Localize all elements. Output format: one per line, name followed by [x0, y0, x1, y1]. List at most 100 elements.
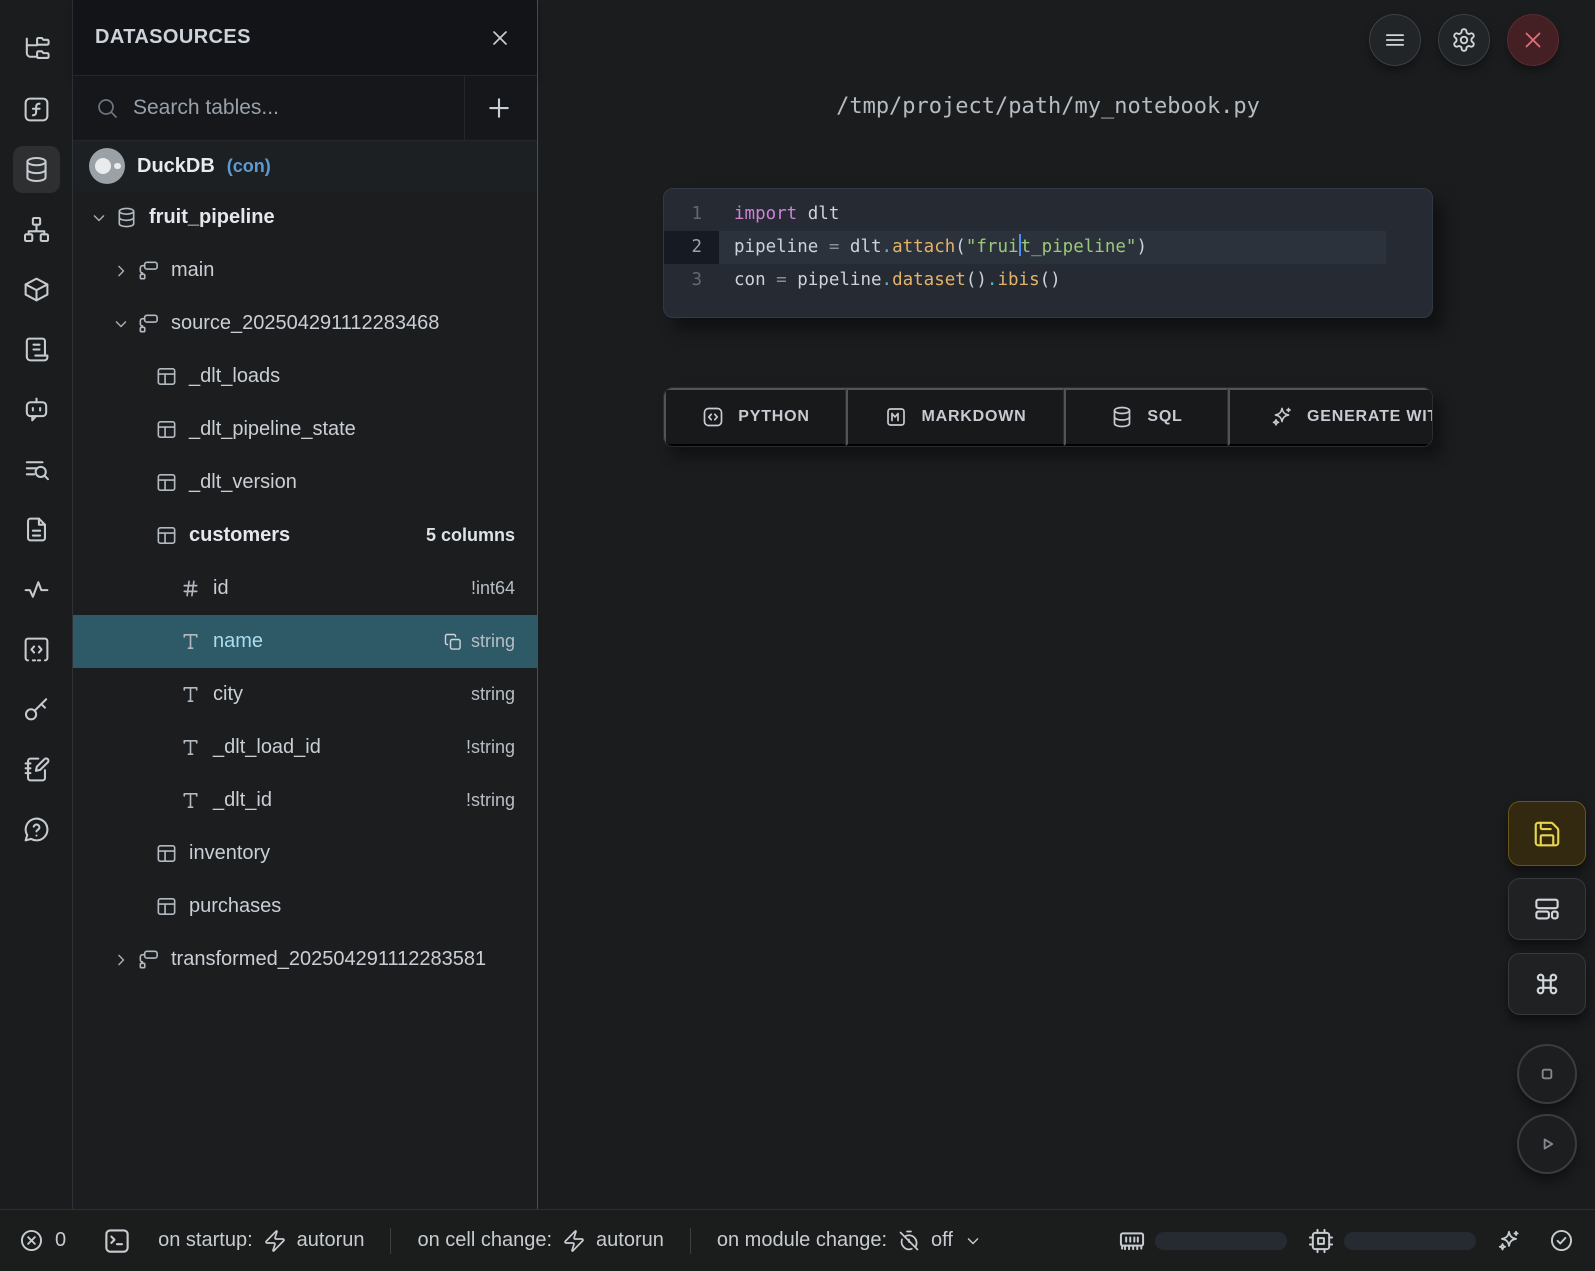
- box-icon: [22, 275, 51, 304]
- tree-row-id[interactable]: id!int64: [73, 562, 537, 615]
- tree-row-_dlt_id[interactable]: _dlt_id!string: [73, 774, 537, 827]
- chevron-down-icon[interactable]: [111, 314, 131, 334]
- setting-on-startup[interactable]: on startup:autorun: [158, 1229, 364, 1253]
- rail-item-scroll-text[interactable]: [13, 326, 60, 373]
- rail-item-function-square[interactable]: [13, 86, 60, 133]
- tree-meta: 5 columns: [426, 525, 515, 546]
- x-icon: [1520, 27, 1546, 53]
- code-token: con: [734, 270, 776, 290]
- copy-icon[interactable]: [443, 632, 463, 652]
- tree-row-purchases[interactable]: purchases: [73, 880, 537, 933]
- timer-off-icon: [897, 1229, 921, 1253]
- markdown-square-icon: [884, 405, 908, 429]
- code-token: =: [776, 270, 787, 290]
- rail-item-database[interactable]: [13, 146, 60, 193]
- table-icon: [155, 524, 178, 547]
- table-icon: [155, 365, 178, 388]
- tree-row-fruit_pipeline[interactable]: fruit_pipeline: [73, 191, 537, 244]
- add-markdown-cell-button[interactable]: MARKDOWN: [846, 388, 1064, 446]
- chevron-down-icon: [963, 1231, 983, 1251]
- tree-row-_dlt_load_id[interactable]: _dlt_load_id!string: [73, 721, 537, 774]
- rail-item-bot-message[interactable]: [13, 386, 60, 433]
- table-icon: [155, 895, 178, 918]
- sparkles-icon: [1270, 405, 1294, 429]
- code-token: (): [966, 270, 987, 290]
- add-python-cell-button[interactable]: PYTHON: [664, 388, 846, 446]
- stop-button[interactable]: [1517, 1044, 1577, 1104]
- rail-item-key[interactable]: [13, 686, 60, 733]
- tree-label: inventory: [189, 842, 270, 865]
- tree-row-transformed_202504291112283581[interactable]: transformed_202504291112283581: [73, 933, 537, 986]
- rail-item-list-search[interactable]: [13, 446, 60, 493]
- tree-row-city[interactable]: citystring: [73, 668, 537, 721]
- notebook-area: /tmp/project/path/my_notebook.py 1import…: [539, 0, 1595, 1209]
- run-button[interactable]: [1517, 1114, 1577, 1174]
- layout-button[interactable]: [1508, 878, 1586, 940]
- terminal-icon: [102, 1226, 132, 1256]
- rail-item-folder-tree[interactable]: [13, 26, 60, 73]
- cell-button-label: SQL: [1147, 408, 1182, 426]
- cpu-usage-bar: [1344, 1232, 1476, 1250]
- rail-item-network[interactable]: [13, 206, 60, 253]
- ai-assistant-button[interactable]: [1496, 1228, 1522, 1254]
- settings-button[interactable]: [1438, 14, 1490, 66]
- menu-button[interactable]: [1369, 14, 1421, 66]
- tree-row-_dlt_loads[interactable]: _dlt_loads: [73, 350, 537, 403]
- setting-value: autorun: [297, 1229, 365, 1252]
- code-token: "frui: [966, 237, 1019, 257]
- rail-item-activity[interactable]: [13, 566, 60, 613]
- code-token: pipeline: [734, 237, 829, 257]
- add-generate-wit-cell-button[interactable]: GENERATE WIT: [1228, 388, 1432, 446]
- tree-row-main[interactable]: main: [73, 244, 537, 297]
- activity-rail: [0, 0, 73, 1209]
- chevron-down-icon[interactable]: [89, 208, 109, 228]
- rail-item-file-text[interactable]: [13, 506, 60, 553]
- tree-label: _dlt_version: [189, 471, 297, 494]
- error-indicator[interactable]: 0: [18, 1227, 66, 1254]
- search-input[interactable]: [119, 96, 464, 120]
- code-token: dlt: [839, 237, 881, 257]
- tree-label: _dlt_id: [213, 789, 272, 812]
- tree-meta: string: [471, 684, 515, 705]
- command-palette-button[interactable]: [1508, 953, 1586, 1015]
- rail-item-help-circle[interactable]: [13, 806, 60, 853]
- search-icon: [95, 96, 119, 120]
- code-token: pipeline: [787, 270, 882, 290]
- tree-row-customers[interactable]: customers5 columns: [73, 509, 537, 562]
- chevron-right-icon[interactable]: [111, 261, 131, 281]
- kernel-status-button[interactable]: [1548, 1227, 1575, 1254]
- add-sql-cell-button[interactable]: SQL: [1064, 388, 1228, 446]
- setting-on-cell-change[interactable]: on cell change:autorun: [417, 1229, 663, 1253]
- table-search-row: [73, 76, 537, 141]
- rail-item-box[interactable]: [13, 266, 60, 313]
- table-icon: [155, 842, 178, 865]
- help-circle-icon: [22, 815, 51, 844]
- zap-icon: [562, 1229, 586, 1253]
- tree-row-_dlt_pipeline_state[interactable]: _dlt_pipeline_state: [73, 403, 537, 456]
- schema-icon: [137, 312, 160, 335]
- database-icon: [115, 206, 138, 229]
- hash-icon: [179, 577, 202, 600]
- add-datasource-button[interactable]: [484, 91, 518, 125]
- divider: [390, 1228, 391, 1254]
- rail-item-code-square-dashed[interactable]: [13, 626, 60, 673]
- setting-value: autorun: [596, 1229, 664, 1252]
- tree-row-name[interactable]: namestring: [73, 615, 537, 668]
- close-button[interactable]: [1507, 14, 1559, 66]
- terminal-button[interactable]: [102, 1226, 132, 1256]
- connection-row-duckdb[interactable]: DuckDB (con): [73, 141, 537, 191]
- code-text: con = pipeline.dataset().ibis(): [719, 264, 1386, 297]
- panel-close-button[interactable]: [485, 23, 515, 53]
- code-cell-editor[interactable]: 1import dlt2pipeline = dlt.attach("fruit…: [663, 188, 1433, 318]
- rail-item-notebook-pen[interactable]: [13, 746, 60, 793]
- error-count: 0: [55, 1229, 66, 1252]
- tree-row-source_202504291112283468[interactable]: source_202504291112283468: [73, 297, 537, 350]
- tree-row-inventory[interactable]: inventory: [73, 827, 537, 880]
- setting-on-module-change[interactable]: on module change:off: [717, 1229, 983, 1253]
- sparkles-icon: [1496, 1228, 1522, 1254]
- save-button[interactable]: [1508, 801, 1586, 866]
- chevron-right-icon[interactable]: [111, 950, 131, 970]
- folder-tree-icon: [22, 35, 51, 64]
- cell-button-label: PYTHON: [738, 408, 809, 426]
- tree-row-_dlt_version[interactable]: _dlt_version: [73, 456, 537, 509]
